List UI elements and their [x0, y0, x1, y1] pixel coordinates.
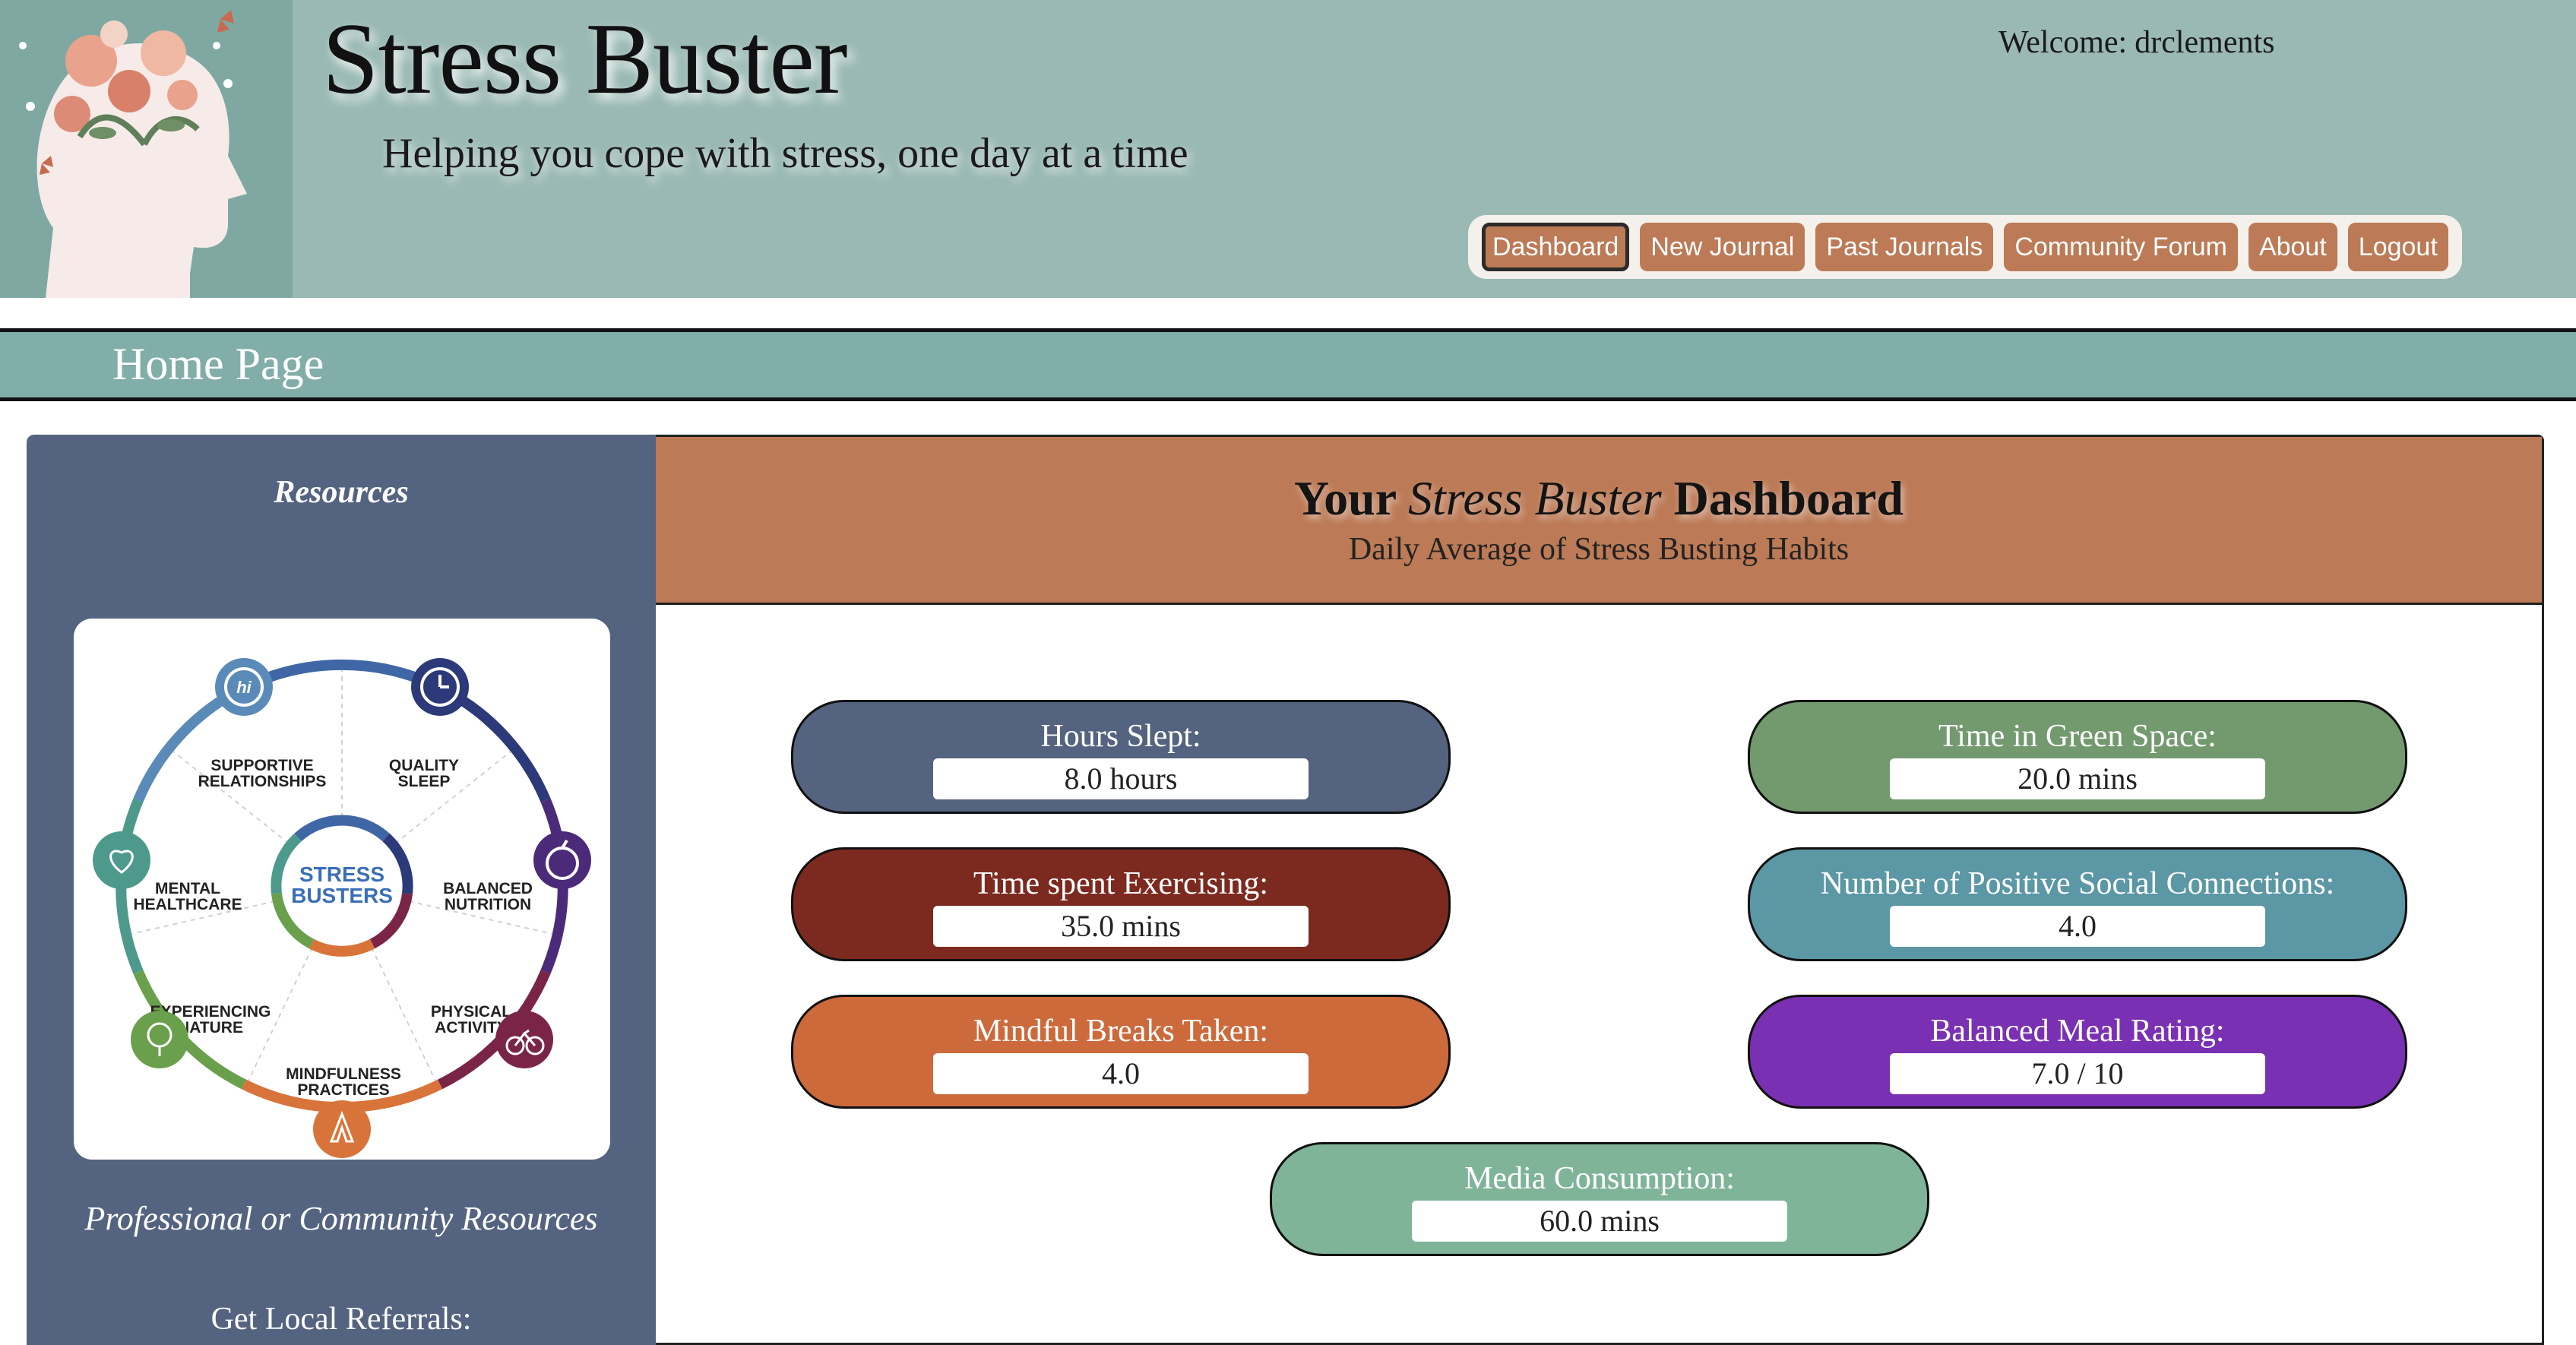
wheel-label-healthcare: HEALTHCARE: [133, 896, 242, 913]
metric-card-exercising: Time spent Exercising: 35.0 mins: [791, 847, 1451, 961]
stress-busters-wheel[interactable]: STRESS BUSTERS SUPPORTIVE RELATIONSHIPS …: [74, 619, 610, 1160]
nav-logout-button[interactable]: Logout: [2347, 223, 2448, 271]
wheel-center-line1: STRESS: [299, 862, 385, 886]
apple-icon: [533, 831, 591, 889]
wheel-label-physical: PHYSICAL: [431, 1003, 511, 1021]
metric-value: 4.0: [1890, 906, 2265, 947]
metric-value: 35.0 mins: [933, 906, 1309, 947]
wheel-label-balanced: BALANCED: [443, 880, 533, 897]
metric-card-social-connections: Number of Positive Social Connections: 4…: [1748, 847, 2407, 961]
heart-icon: [93, 831, 150, 889]
site-tagline: Helping you cope with stress, one day at…: [382, 130, 1188, 177]
metric-value: 60.0 mins: [1412, 1201, 1787, 1242]
metric-label: Time in Green Space:: [1938, 719, 2217, 754]
logo: [0, 0, 293, 298]
metric-label: Number of Positive Social Connections:: [1820, 866, 2335, 901]
welcome-message: Welcome: drclements: [1998, 24, 2274, 61]
page-heading-bar: Home Page: [0, 328, 2576, 401]
nav-past-journals-button[interactable]: Past Journals: [1815, 223, 1994, 271]
page-title: Home Page: [112, 339, 324, 389]
tree-icon: [131, 1011, 188, 1068]
wheel-label-practices: PRACTICES: [297, 1081, 389, 1099]
metric-card-mindful-breaks: Mindful Breaks Taken: 4.0: [791, 995, 1451, 1109]
site-header: Stress Buster Helping you cope with stre…: [0, 0, 2576, 298]
nav-community-forum-button[interactable]: Community Forum: [2004, 223, 2238, 271]
local-referrals-label: Get Local Referrals:: [210, 1302, 472, 1337]
dashboard-title-prefix: Your: [1294, 471, 1397, 525]
praying-hands-icon: [313, 1100, 371, 1158]
resources-sidebar: Resources STRESS BUSTERS SUPPORTIVE RELA…: [27, 435, 658, 1345]
wheel-label-sleep: SLEEP: [398, 773, 451, 790]
metric-label: Media Consumption:: [1464, 1161, 1735, 1196]
svg-text:hi: hi: [236, 678, 252, 697]
nav-about-button[interactable]: About: [2248, 223, 2337, 271]
dashboard-title-brand: Stress Buster: [1408, 471, 1662, 525]
professional-resources-link[interactable]: Professional or Community Resources: [27, 1199, 656, 1238]
metric-label: Time spent Exercising:: [973, 866, 1269, 901]
wheel-label-relationships: RELATIONSHIPS: [198, 773, 327, 790]
metric-value: 20.0 mins: [1890, 758, 2265, 799]
metric-label: Balanced Meal Rating:: [1930, 1014, 2225, 1049]
hi-speech-icon: hi: [215, 658, 273, 716]
nav-dashboard-button[interactable]: Dashboard: [1482, 223, 1630, 271]
metric-card-meal-rating: Balanced Meal Rating: 7.0 / 10: [1748, 995, 2407, 1109]
dashboard-panel: Your Stress Buster Dashboard Daily Avera…: [656, 435, 2544, 1345]
wheel-label-mindfulness: MINDFULNESS: [286, 1065, 401, 1083]
username: drclements: [2135, 25, 2275, 60]
wheel-center-line2: BUSTERS: [291, 884, 393, 907]
stress-busters-wheel-graphic: STRESS BUSTERS SUPPORTIVE RELATIONSHIPS …: [93, 658, 591, 1158]
metric-value: 8.0 hours: [933, 758, 1309, 799]
dashboard-title: Your Stress Buster Dashboard: [656, 470, 2542, 527]
dashboard-subtitle: Daily Average of Stress Busting Habits: [1348, 532, 1850, 567]
metric-value: 4.0: [933, 1053, 1309, 1094]
metric-label: Mindful Breaks Taken:: [973, 1014, 1269, 1049]
metric-label: Hours Slept:: [1040, 719, 1201, 754]
clock-icon: [411, 658, 469, 716]
metric-card-hours-slept: Hours Slept: 8.0 hours: [791, 700, 1451, 814]
resources-title: Resources: [274, 475, 409, 510]
wheel-label-supportive: SUPPORTIVE: [210, 757, 313, 774]
metric-value: 7.0 / 10: [1890, 1053, 2265, 1094]
metric-card-media-consumption: Media Consumption: 60.0 mins: [1270, 1142, 1929, 1256]
main-nav: Dashboard New Journal Past Journals Comm…: [1468, 215, 2462, 279]
wheel-label-mental: MENTAL: [155, 880, 220, 897]
nav-new-journal-button[interactable]: New Journal: [1640, 223, 1805, 271]
head-flowers-logo-icon: [0, 0, 293, 298]
site-title: Stress Buster: [322, 2, 847, 115]
wheel-label-quality: QUALITY: [389, 757, 459, 774]
dashboard-header: Your Stress Buster Dashboard Daily Avera…: [656, 437, 2542, 605]
metric-card-green-space: Time in Green Space: 20.0 mins: [1748, 700, 2407, 814]
bicycle-icon: [495, 1011, 553, 1068]
welcome-label: Welcome:: [1998, 25, 2128, 60]
wheel-label-nutrition: NUTRITION: [445, 896, 531, 913]
dashboard-title-suffix: Dashboard: [1673, 471, 1904, 525]
